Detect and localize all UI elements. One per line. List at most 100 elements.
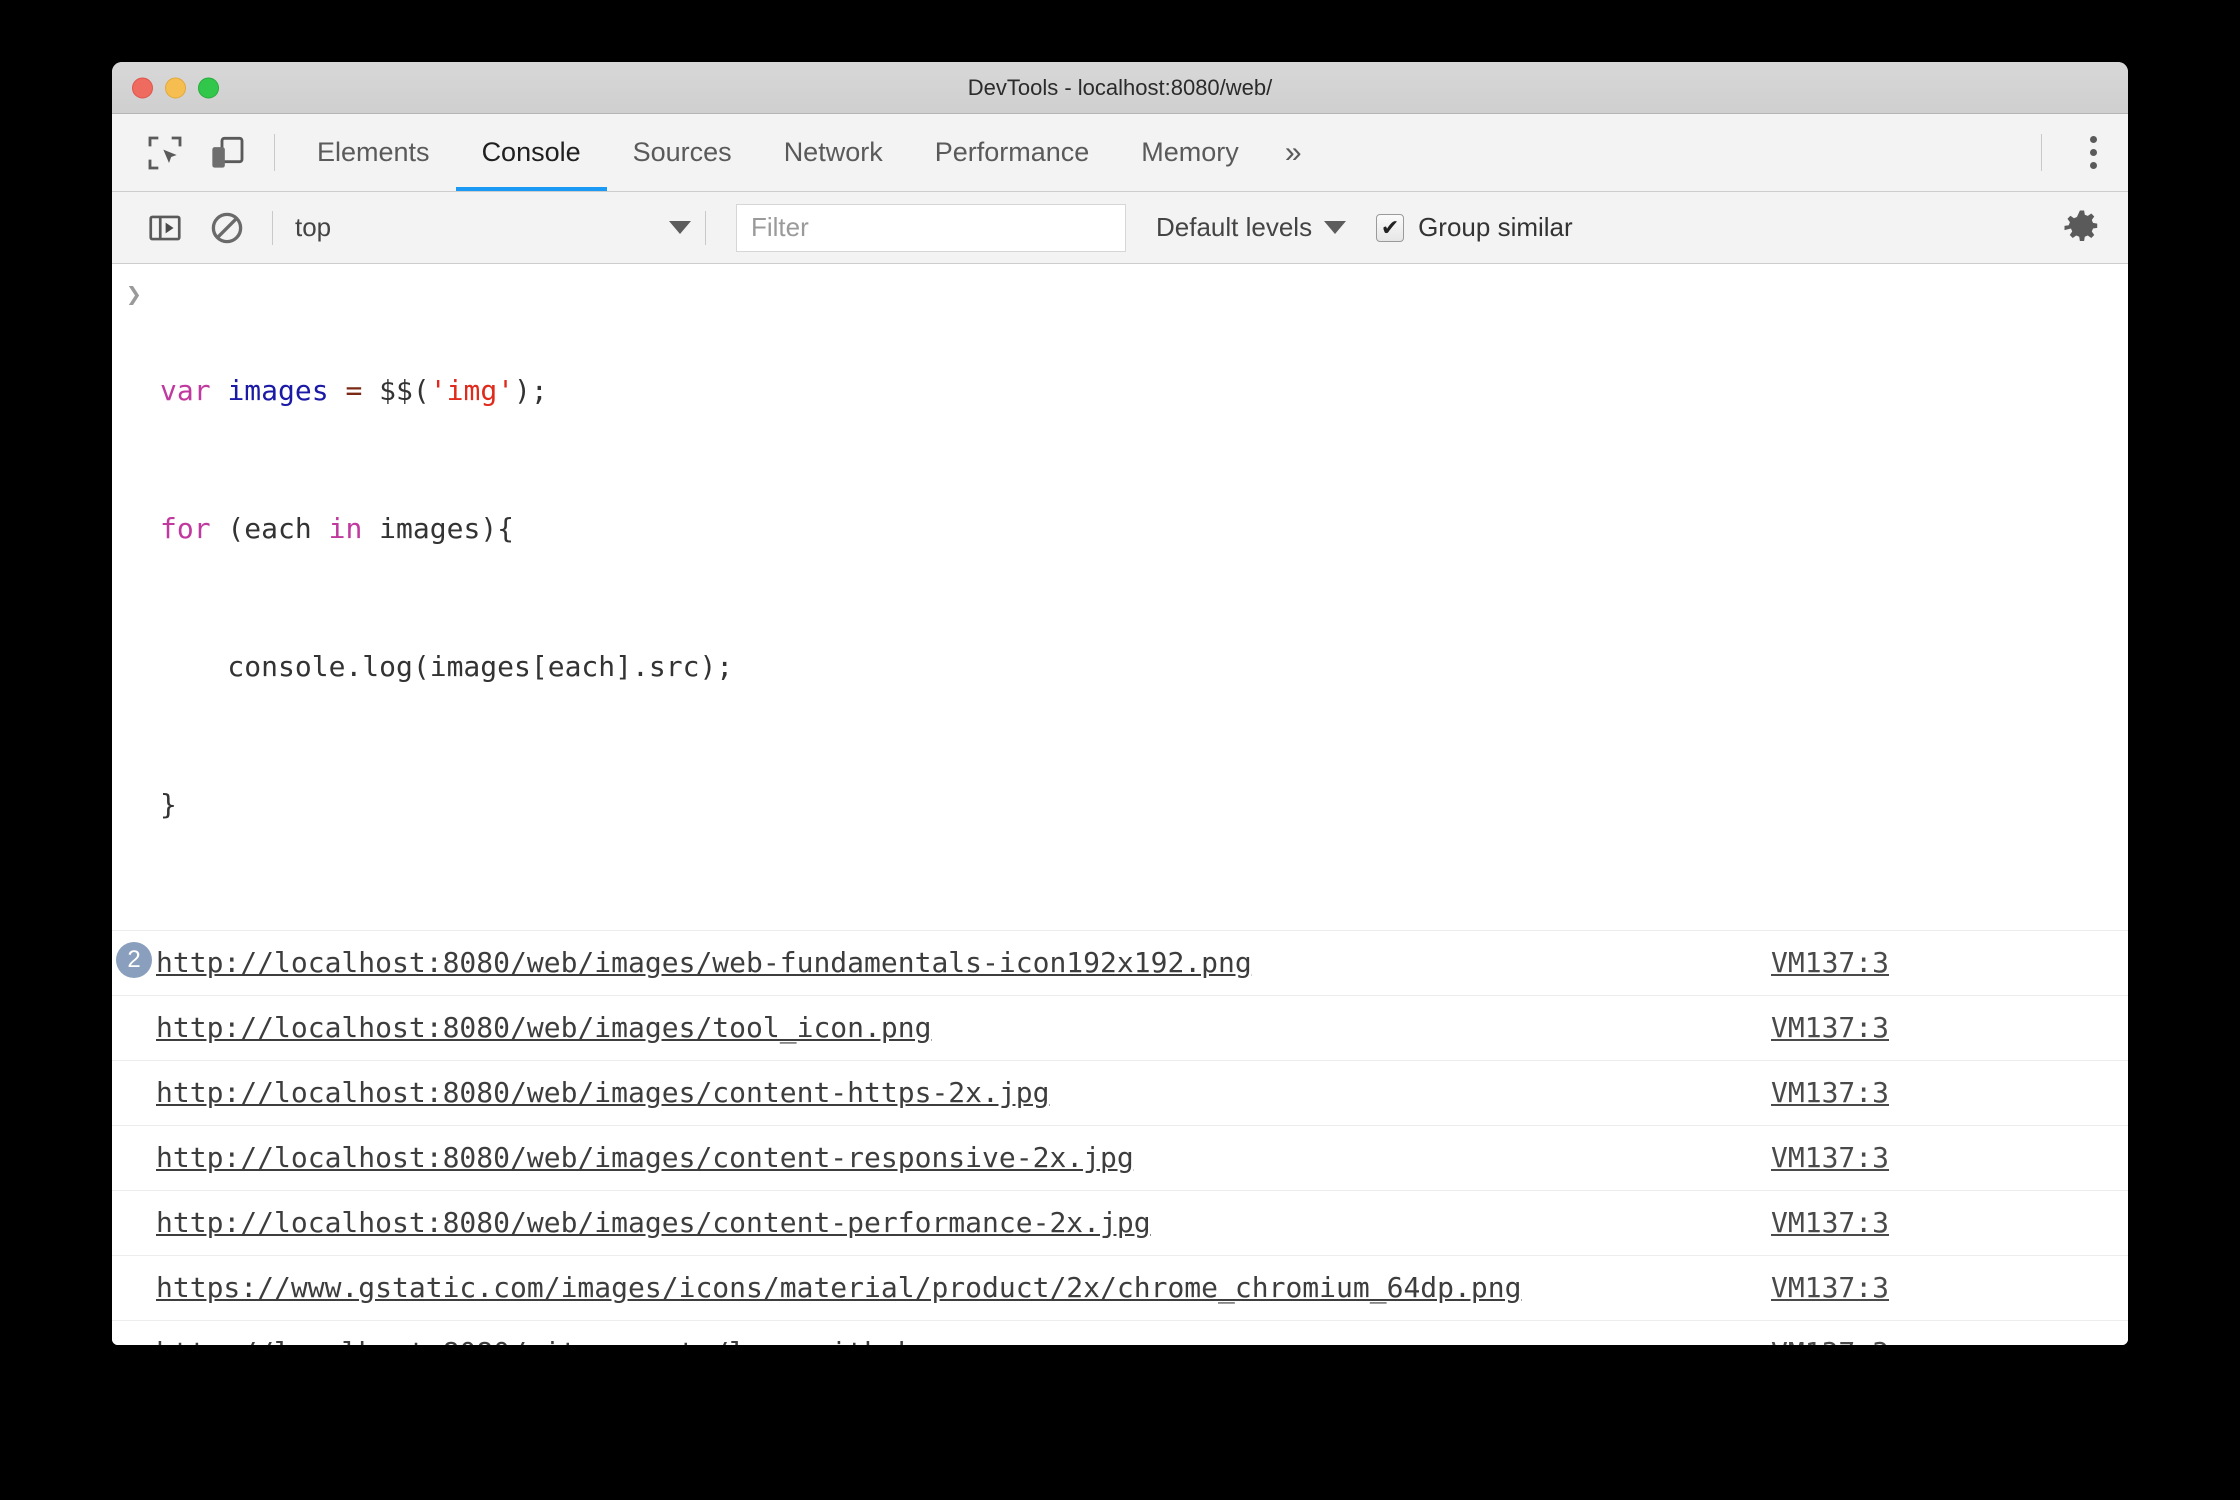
tabbar-divider-right bbox=[2041, 134, 2042, 171]
console-log-row: http://localhost:8080/web/images/content… bbox=[112, 1061, 2128, 1126]
log-row-gutter bbox=[112, 1330, 156, 1332]
group-similar-label: Group similar bbox=[1418, 212, 1573, 242]
panel-tabs: Elements Console Sources Network Perform… bbox=[291, 114, 2025, 191]
console-toolbar-divider bbox=[272, 210, 273, 245]
tab-performance-label: Performance bbox=[934, 137, 1090, 167]
devtools-tabbar: Elements Console Sources Network Perform… bbox=[112, 114, 2128, 192]
code-token: = bbox=[345, 374, 363, 407]
console-toolbar: top Filter Default levels ✔ Group simila… bbox=[112, 192, 2128, 264]
clear-console-icon[interactable] bbox=[196, 209, 258, 247]
log-source-link[interactable]: VM137:3 bbox=[1771, 1200, 1961, 1246]
tab-memory[interactable]: Memory bbox=[1115, 114, 1265, 191]
code-token: (each bbox=[210, 512, 329, 545]
console-log-row: http://localhost:8080/web/images/tool_ic… bbox=[112, 996, 2128, 1061]
console-code-entry: ❯ var images = $$('img'); for (each in i… bbox=[112, 264, 2128, 931]
code-line-1: var images = $$('img'); bbox=[160, 368, 733, 414]
code-line-4: } bbox=[160, 782, 733, 828]
log-source-link[interactable]: VM137:3 bbox=[1771, 1135, 1961, 1181]
tab-console[interactable]: Console bbox=[455, 114, 607, 191]
log-source-link[interactable]: VM137:3 bbox=[1771, 1265, 1961, 1311]
more-tabs-icon[interactable]: » bbox=[1265, 114, 1322, 191]
console-log-row: http://localhost:8080/site-assets/logo-g… bbox=[112, 1321, 2128, 1345]
window-titlebar: DevTools - localhost:8080/web/ bbox=[112, 62, 2128, 114]
kebab-dot-3 bbox=[2089, 162, 2097, 169]
console-log-row: 2 http://localhost:8080/web/images/web-f… bbox=[112, 931, 2128, 996]
tab-network[interactable]: Network bbox=[758, 114, 909, 191]
tab-elements-label: Elements bbox=[317, 137, 430, 167]
traffic-lights bbox=[132, 77, 219, 98]
execution-context-label: top bbox=[295, 212, 332, 242]
log-row-gutter bbox=[112, 1200, 156, 1202]
code-entry-gutter: ❯ bbox=[112, 276, 156, 920]
chevron-down-icon-levels bbox=[1324, 221, 1347, 234]
code-token: images){ bbox=[362, 512, 515, 545]
log-url-link[interactable]: http://localhost:8080/site-assets/logo-g… bbox=[156, 1330, 1771, 1345]
kebab-dot-1 bbox=[2089, 136, 2097, 143]
log-row-gutter bbox=[112, 1265, 156, 1267]
tab-sources[interactable]: Sources bbox=[607, 114, 758, 191]
close-window-button[interactable] bbox=[132, 77, 153, 98]
code-token: } bbox=[160, 788, 177, 821]
console-log-row: http://localhost:8080/web/images/content… bbox=[112, 1126, 2128, 1191]
code-token: console.log(images[each].src); bbox=[160, 650, 734, 683]
input-chevron-icon: ❯ bbox=[126, 280, 142, 310]
log-source-link[interactable]: VM137:3 bbox=[1771, 1070, 1961, 1116]
tabbar-divider bbox=[274, 134, 275, 171]
log-url-link[interactable]: http://localhost:8080/web/images/content… bbox=[156, 1200, 1771, 1246]
window-title: DevTools - localhost:8080/web/ bbox=[967, 74, 1273, 100]
log-levels-label: Default levels bbox=[1156, 212, 1313, 242]
tab-console-label: Console bbox=[481, 137, 581, 167]
log-row-gutter bbox=[112, 1135, 156, 1137]
console-body: ❯ var images = $$('img'); for (each in i… bbox=[112, 264, 2128, 1345]
settings-gear-icon[interactable] bbox=[2036, 207, 2128, 249]
log-row-gutter: 2 bbox=[112, 940, 156, 978]
log-url-link[interactable]: http://localhost:8080/web/images/tool_ic… bbox=[156, 1005, 1771, 1051]
code-line-2: for (each in images){ bbox=[160, 506, 733, 552]
tab-memory-label: Memory bbox=[1141, 137, 1239, 167]
minimize-window-button[interactable] bbox=[165, 77, 186, 98]
console-toolbar-divider-2 bbox=[705, 210, 706, 245]
tab-performance[interactable]: Performance bbox=[909, 114, 1116, 191]
repeat-count-badge: 2 bbox=[116, 942, 152, 978]
filter-input[interactable]: Filter bbox=[736, 203, 1126, 252]
log-url-link[interactable]: http://localhost:8080/web/images/web-fun… bbox=[156, 940, 1771, 986]
tab-network-label: Network bbox=[783, 137, 883, 167]
screen-background: DevTools - localhost:8080/web/ Elements bbox=[0, 0, 2240, 1500]
code-token: images bbox=[227, 374, 329, 407]
code-token: 'img' bbox=[429, 374, 515, 407]
log-source-link[interactable]: VM137:3 bbox=[1771, 1330, 1961, 1345]
code-token: var bbox=[160, 374, 211, 407]
tab-sources-label: Sources bbox=[632, 137, 732, 167]
code-token: $$( bbox=[362, 374, 430, 407]
log-source-link[interactable]: VM137:3 bbox=[1771, 940, 1961, 986]
filter-placeholder: Filter bbox=[751, 212, 809, 242]
console-log-row: http://localhost:8080/web/images/content… bbox=[112, 1191, 2128, 1256]
console-code-text: var images = $$('img'); for (each in ima… bbox=[156, 276, 733, 920]
chevron-down-icon bbox=[669, 221, 691, 234]
inspect-element-icon[interactable] bbox=[134, 114, 196, 191]
code-token: for bbox=[160, 512, 211, 545]
console-log-row: https://www.gstatic.com/images/icons/mat… bbox=[112, 1256, 2128, 1321]
device-toolbar-icon[interactable] bbox=[196, 114, 258, 191]
log-url-link[interactable]: http://localhost:8080/web/images/content… bbox=[156, 1070, 1771, 1116]
code-token: in bbox=[328, 512, 363, 545]
log-url-link[interactable]: https://www.gstatic.com/images/icons/mat… bbox=[156, 1265, 1771, 1311]
log-url-link[interactable]: http://localhost:8080/web/images/content… bbox=[156, 1135, 1771, 1181]
more-options-icon[interactable] bbox=[2058, 114, 2128, 191]
log-source-link[interactable]: VM137:3 bbox=[1771, 1005, 1961, 1051]
code-line-3: console.log(images[each].src); bbox=[160, 644, 733, 690]
log-row-gutter bbox=[112, 1070, 156, 1072]
kebab-dot-2 bbox=[2089, 149, 2097, 156]
console-sidebar-icon[interactable] bbox=[134, 209, 196, 247]
log-levels-dropdown[interactable]: Default levels bbox=[1156, 212, 1347, 243]
group-similar-checkbox[interactable]: ✔ bbox=[1376, 213, 1405, 242]
log-row-gutter bbox=[112, 1005, 156, 1007]
maximize-window-button[interactable] bbox=[198, 77, 219, 98]
devtools-window: DevTools - localhost:8080/web/ Elements bbox=[112, 62, 2128, 1345]
execution-context-selector[interactable]: top bbox=[287, 212, 691, 243]
group-similar-toggle[interactable]: ✔ Group similar bbox=[1376, 212, 1573, 243]
code-token: ); bbox=[514, 374, 548, 407]
tab-elements[interactable]: Elements bbox=[291, 114, 456, 191]
